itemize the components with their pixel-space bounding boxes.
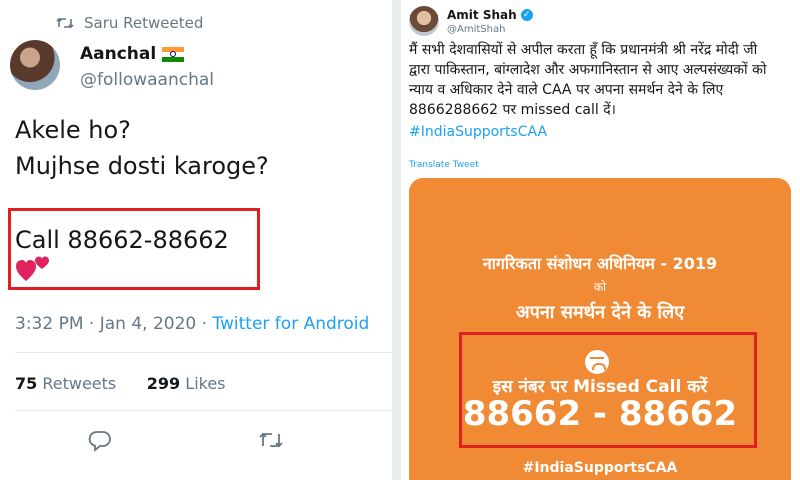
right-tweet-panel: Amit Shah ✓ @AmitShah मैं सभी देशवासियों… [401,0,800,480]
call-number-line: Call 88662-88662 [15,226,229,254]
translate-tweet-link[interactable]: Translate Tweet [409,160,479,170]
verified-badge-icon: ✓ [520,9,533,21]
likes-count: 299 [146,374,181,393]
tweet-meta: 3:32 PM · Jan 4, 2020 · Twitter for Andr… [15,314,369,334]
tweet-text-line-4: 8866288662 पर missed call दें। [409,102,616,118]
author-name-text[interactable]: Amit Shah [447,8,517,22]
retweets-label: Retweets [42,374,117,393]
tweet-timestamp[interactable]: 3:32 PM · Jan 4, 2020 · [15,314,212,334]
retweet-icon [56,17,74,29]
avatar[interactable] [409,6,439,36]
retweet-header: Saru Retweeted [56,12,203,34]
poster-number: 88662 - 88662 [462,394,738,434]
tweet-text-line-2: द्वारा पाकिस्तान, बांग्लादेश और अफगानिस्… [409,62,767,78]
author-handle[interactable]: @AmitShah [447,24,505,35]
author-name[interactable]: Amit Shah ✓ [447,8,533,22]
author-name[interactable]: Aanchal [80,44,185,64]
likes-stat[interactable]: 299 Likes [147,374,226,393]
tweet-source-link[interactable]: Twitter for Android [212,314,369,334]
divider [15,410,392,411]
tweet-text: मैं सभी देशवासियों से अपील करता हूँ कि प… [409,40,797,120]
hearts-icon [16,256,49,281]
poster-line-1: नागरिकता संशोधन अधिनियम - 2019 [482,254,718,273]
retweets-count: 75 [15,374,38,393]
tweet-text-line-1: Akele ho? [15,116,131,144]
retweet-label: Saru Retweeted [84,14,204,32]
divider [15,352,392,353]
hashtag-link[interactable]: #IndiaSupportsCAA [409,124,547,140]
panel-divider [392,0,401,480]
reply-icon[interactable] [88,430,112,452]
poster-image[interactable]: नागरिकता संशोधन अधिनियम - 2019 को अपना स… [409,178,791,480]
retweets-stat[interactable]: 75 Retweets [15,374,116,393]
avatar[interactable] [10,40,60,90]
tweet-stats: 75 Retweets 299 Likes [15,374,226,393]
retweet-action-icon[interactable] [258,430,284,450]
flag-india-icon [162,46,185,62]
tweet-text-line-3: न्याय व अधिकार देने वाले CAA पर अपना समर… [409,82,724,98]
poster-hashtag: #IndiaSupportsCAA [522,460,678,476]
likes-label: Likes [185,374,226,393]
left-tweet-panel: Saru Retweeted Aanchal @followaanchal Ak… [0,0,392,480]
tweet-text-line-1: मैं सभी देशवासियों से अपील करता हूँ कि प… [409,42,758,58]
author-name-text[interactable]: Aanchal [80,44,156,64]
poster-line-2: को [593,280,607,294]
tweet-text-line-2: Mujhse dosti karoge? [15,152,269,180]
author-handle[interactable]: @followaanchal [80,70,214,90]
phone-emoji-icon [585,350,609,374]
poster-line-3: अपना समर्थन देने के लिए [515,302,685,323]
